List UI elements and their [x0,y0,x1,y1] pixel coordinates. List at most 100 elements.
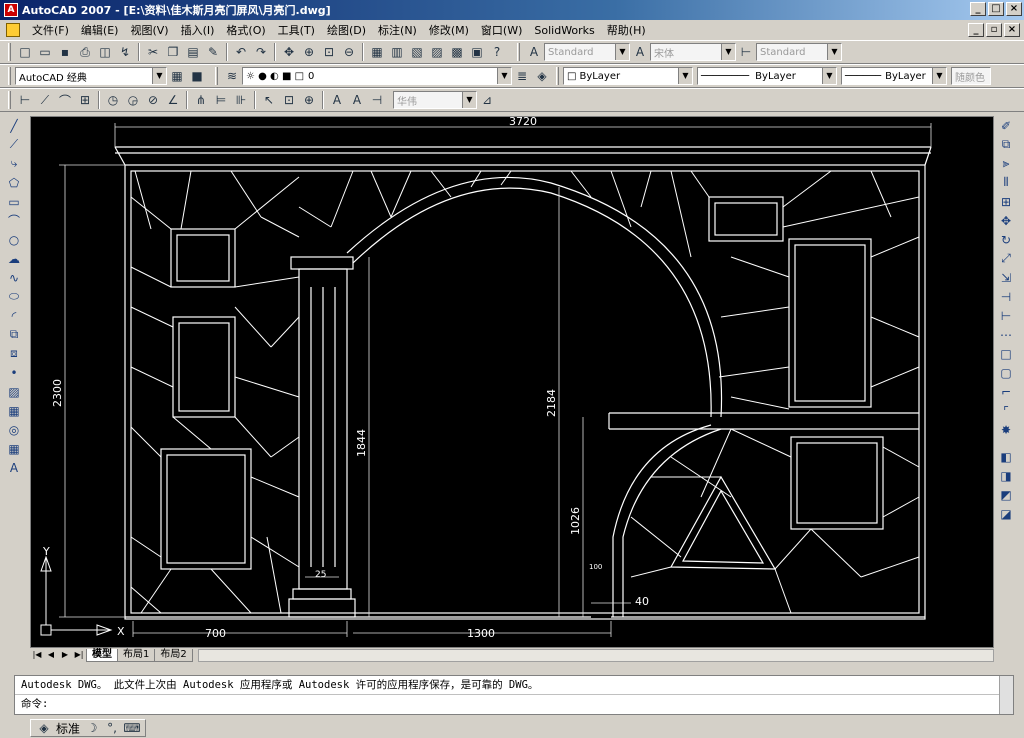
offset-icon[interactable]: ⫴ [996,173,1016,192]
autocad-app-icon[interactable]: A [4,3,18,17]
linetype-select[interactable]: ──────── ByLayer ▼ [697,67,837,85]
ime-status[interactable]: ◈ 标准 ☽ °, ⌨ [30,719,147,737]
text-style-select[interactable]: Standard ▼ [544,43,630,61]
copy-icon[interactable]: ❐ [164,43,182,61]
multiline-text-icon[interactable]: A [4,458,24,477]
circle-icon[interactable]: ○ [4,230,24,249]
preview-icon[interactable]: ◫ [96,43,114,61]
tolerance-icon[interactable]: ⊡ [280,91,298,109]
ime-moon-icon[interactable]: ☽ [83,719,101,737]
rotate-icon[interactable]: ↻ [996,230,1016,249]
calculator-icon[interactable]: ▣ [468,43,486,61]
tab-next-icon[interactable]: ▶ [58,649,72,661]
help-icon[interactable]: ? [488,43,506,61]
tab-last-icon[interactable]: ▶| [72,649,86,661]
diameter-dim-icon[interactable]: ⊘ [144,91,162,109]
paste-icon[interactable]: ▤ [184,43,202,61]
continue-dim-icon[interactable]: ⊪ [232,91,250,109]
baseline-dim-icon[interactable]: ⊨ [212,91,230,109]
properties-icon[interactable]: ▦ [368,43,386,61]
stretch-icon[interactable]: ⇲ [996,268,1016,287]
menu-window[interactable]: 窗口(W) [475,22,528,38]
markup-icon[interactable]: ▩ [448,43,466,61]
doc-close-button[interactable]: × [1004,23,1020,37]
dim-font-select[interactable]: 华伟 ▼ [393,91,477,109]
trim-icon[interactable]: ⊣ [996,287,1016,306]
dim-update-icon[interactable]: ⊣ [368,91,386,109]
region-icon[interactable]: ◎ [4,420,24,439]
drawing-canvas[interactable]: 3720 2300 1844 2184 1026 700 1300 40 100… [30,116,994,648]
jogged-dim-icon[interactable]: ◶ [124,91,142,109]
line-icon[interactable]: ╱ [4,116,24,135]
plot-style-select[interactable]: 随颜色 [951,67,991,85]
zoom-realtime-icon[interactable]: ⊕ [300,43,318,61]
doc-minimize-button[interactable]: _ [968,23,984,37]
document-icon[interactable] [6,23,20,37]
close-button[interactable]: × [1006,2,1022,16]
open-icon[interactable]: ▭ [36,43,54,61]
tab-prev-icon[interactable]: ◀ [44,649,58,661]
break-at-point-icon[interactable]: ⋯ [996,325,1016,344]
color-select[interactable]: □ ByLayer ▼ [563,67,693,85]
center-mark-icon[interactable]: ⊕ [300,91,318,109]
explode-icon[interactable]: ✸ [996,420,1016,439]
save-icon[interactable]: ▪ [56,43,74,61]
maximize-button[interactable]: □ [988,2,1004,16]
tab-model[interactable]: 模型 [86,648,118,662]
text-style-icon[interactable]: A [525,43,543,61]
aligned-dim-icon[interactable]: ⟋ [36,91,54,109]
polygon-icon[interactable]: ⬠ [4,173,24,192]
new-icon[interactable]: □ [16,43,34,61]
menu-format[interactable]: 格式(O) [220,22,271,38]
menu-dimension[interactable]: 标注(N) [372,22,423,38]
workspace-select[interactable]: AutoCAD 经典 ▼ [15,67,167,85]
dim-style-select[interactable]: Standard ▼ [756,43,842,61]
menu-help[interactable]: 帮助(H) [601,22,652,38]
construction-line-icon[interactable]: ⟋ [4,135,24,154]
rectangle-icon[interactable]: ▭ [4,192,24,211]
menu-insert[interactable]: 插入(I) [175,22,221,38]
dim-text-edit-icon[interactable]: A [348,91,366,109]
ordinate-dim-icon[interactable]: ⊞ [76,91,94,109]
linear-dim-icon[interactable]: ⊢ [16,91,34,109]
layer-previous-icon[interactable]: ◈ [533,67,551,85]
dim-style-icon[interactable]: ⊢ [737,43,755,61]
zoom-window-icon[interactable]: ⊡ [320,43,338,61]
lineweight-select[interactable]: ────── ByLayer ▼ [841,67,947,85]
chamfer-icon[interactable]: ⌐ [996,382,1016,401]
move-icon[interactable]: ✥ [996,211,1016,230]
workspace-settings-icon[interactable]: ▦ [168,67,186,85]
make-block-icon[interactable]: ⧈ [4,344,24,363]
match-properties-icon[interactable]: ✎ [204,43,222,61]
draw-order-front-icon[interactable]: ◧ [996,447,1016,466]
menu-edit[interactable]: 编辑(E) [75,22,125,38]
mirror-icon[interactable]: ⫸ [996,154,1016,173]
spline-icon[interactable]: ∿ [4,268,24,287]
redo-icon[interactable]: ↷ [252,43,270,61]
insert-block-icon[interactable]: ⧉ [4,325,24,344]
command-input[interactable]: 命令: [15,694,1013,712]
make-layer-current-icon[interactable]: ≣ [513,67,531,85]
radius-dim-icon[interactable]: ◷ [104,91,122,109]
draw-order-back-icon[interactable]: ◨ [996,466,1016,485]
bring-above-icon[interactable]: ◩ [996,485,1016,504]
menu-view[interactable]: 视图(V) [124,22,174,38]
scale-icon[interactable]: ⤢ [996,249,1016,268]
plot-icon[interactable]: ⎙ [76,43,94,61]
send-under-icon[interactable]: ◪ [996,504,1016,523]
font-select[interactable]: 宋体 ▼ [650,43,736,61]
layer-select[interactable]: ☼ ● ◐ ■ □ 0 ▼ [242,67,512,85]
tab-layout1[interactable]: 布局1 [117,648,156,662]
arc-length-icon[interactable]: ⌒ [56,91,74,109]
ime-switch-icon[interactable]: ◈ [35,719,53,737]
arc-icon[interactable]: ⌒ [4,211,24,230]
fillet-icon[interactable]: ⌜ [996,401,1016,420]
undo-icon[interactable]: ↶ [232,43,250,61]
doc-restore-button[interactable]: ▫ [986,23,1002,37]
table-icon[interactable]: ▦ [4,439,24,458]
command-scrollbar[interactable] [999,676,1013,714]
tab-layout2[interactable]: 布局2 [154,648,193,662]
tab-first-icon[interactable]: |◀ [30,649,44,661]
zoom-previous-icon[interactable]: ⊖ [340,43,358,61]
horizontal-scrollbar[interactable] [197,648,994,662]
